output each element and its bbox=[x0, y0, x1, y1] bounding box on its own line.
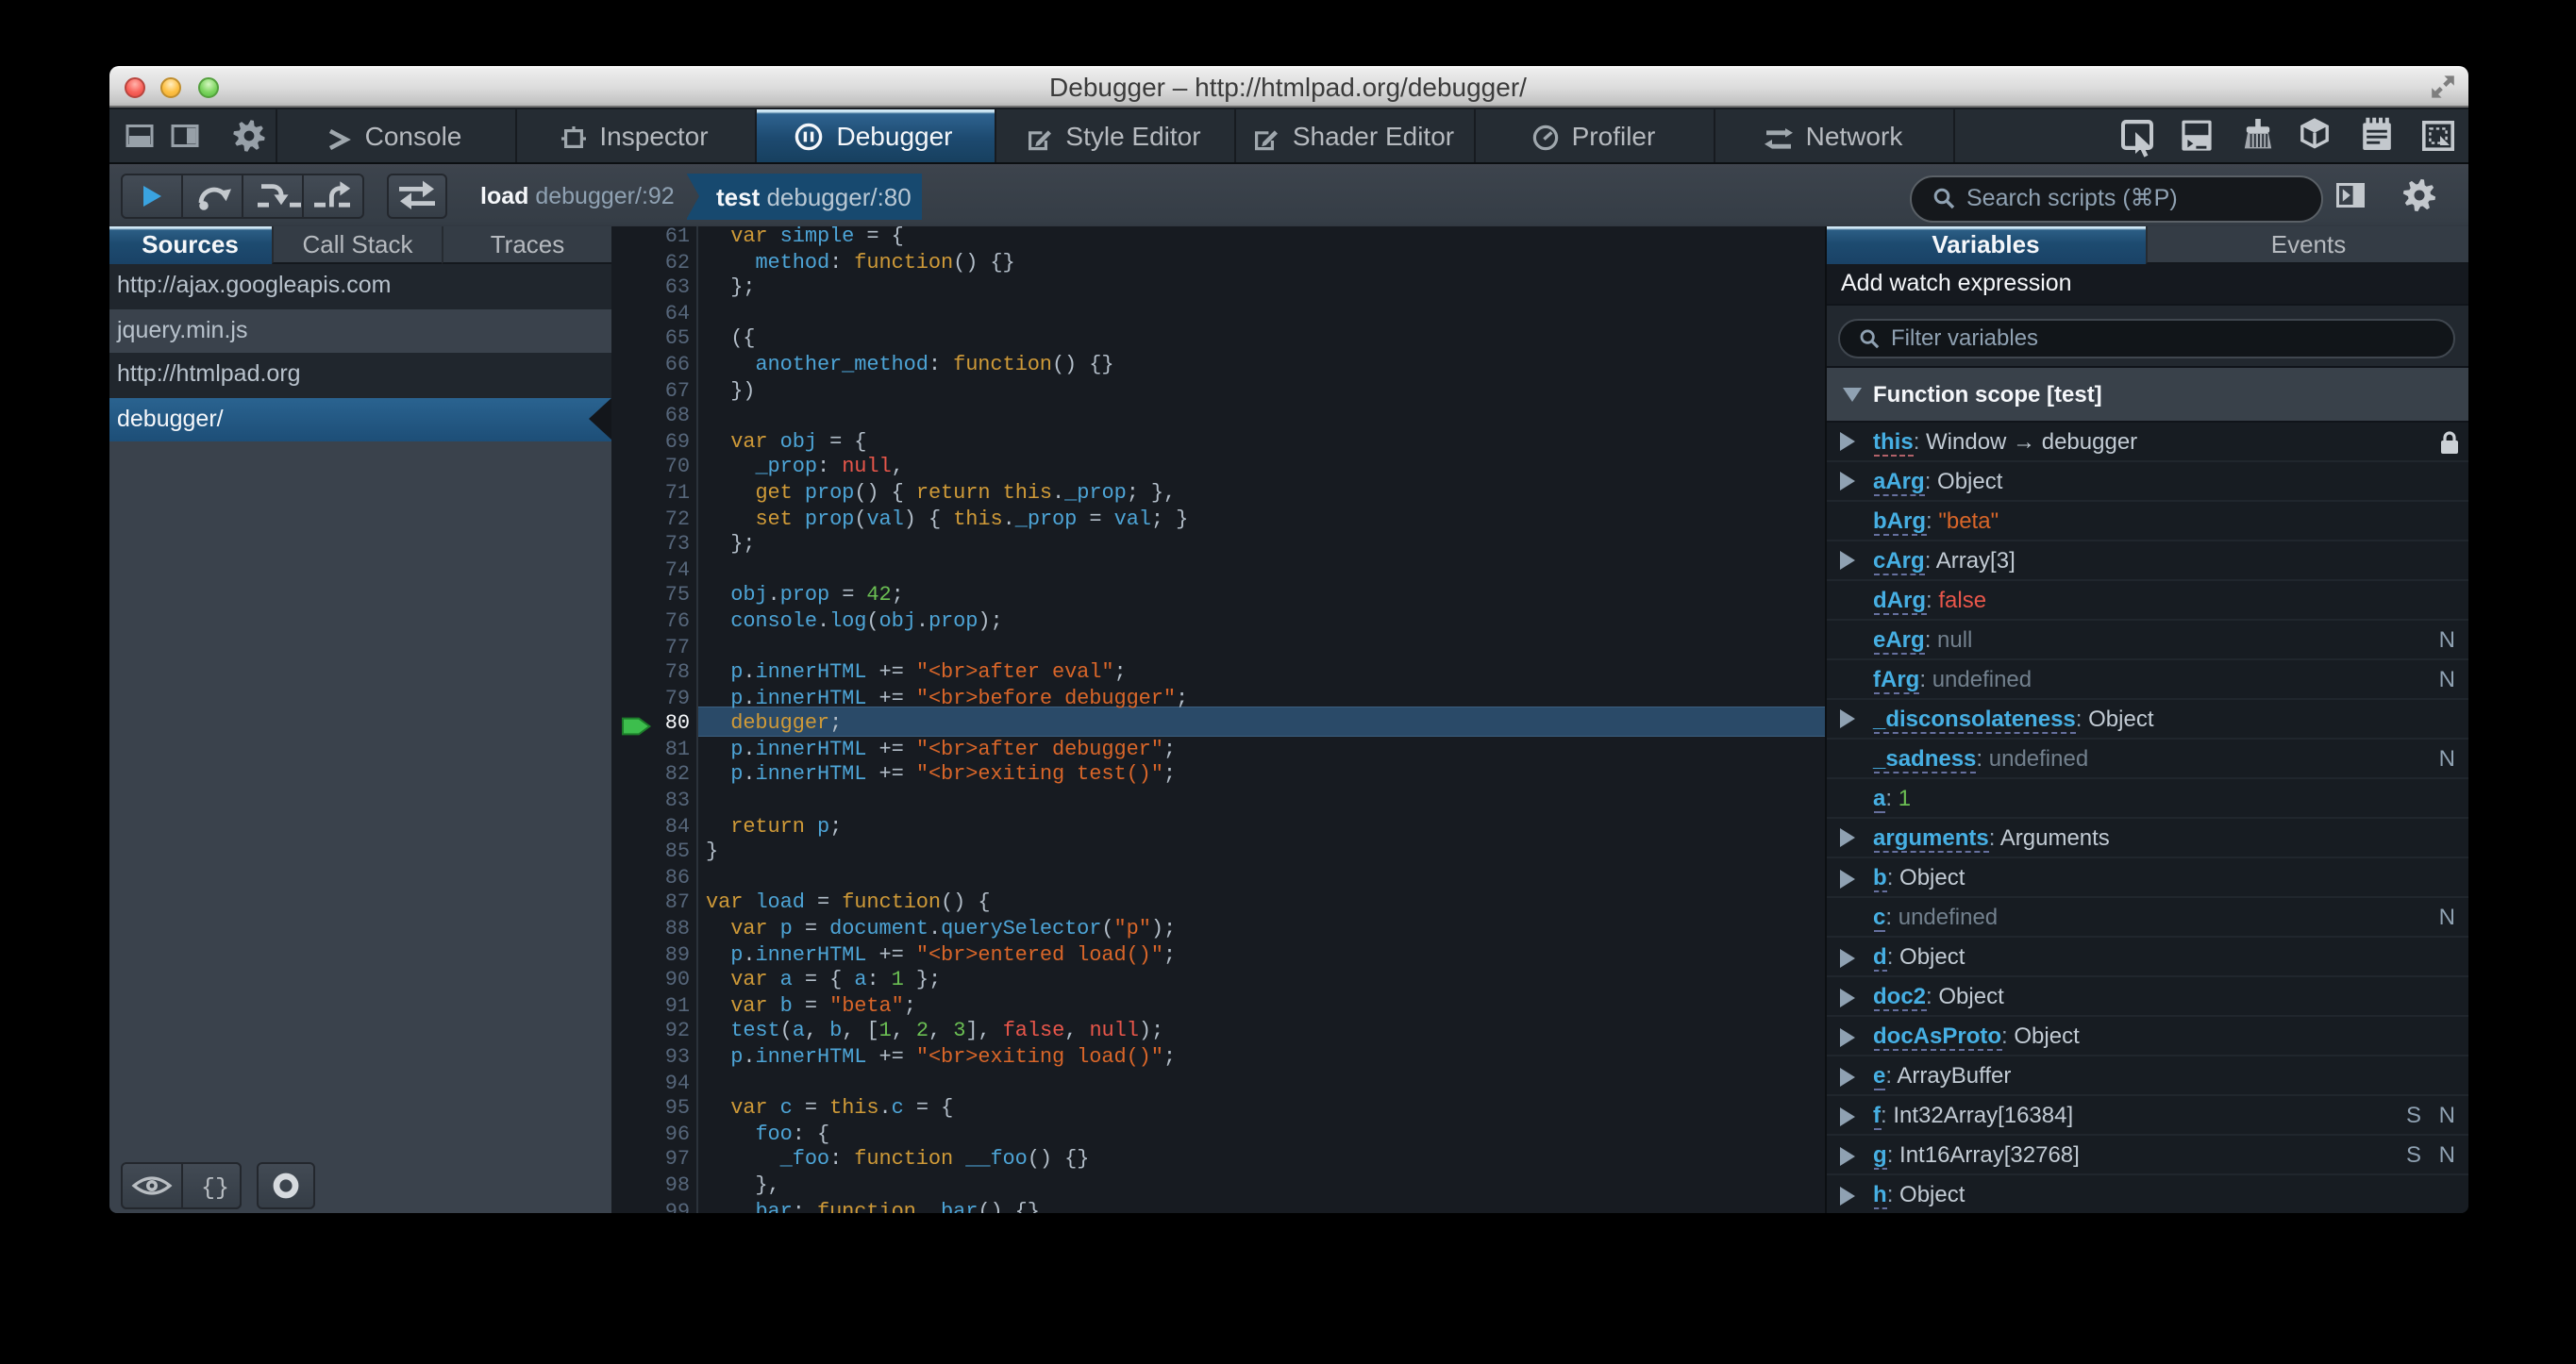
svg-text:{}: {} bbox=[200, 1174, 228, 1202]
